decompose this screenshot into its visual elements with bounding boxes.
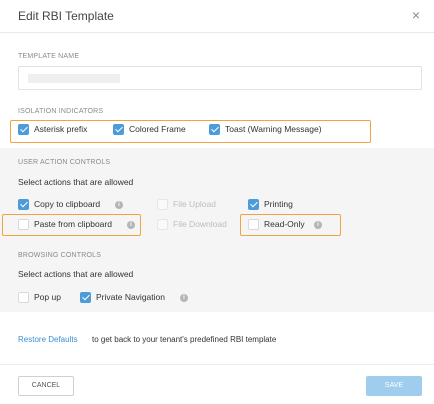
browsing-controls-label: BROWSING CONTROLS bbox=[18, 252, 102, 259]
dialog-title: Edit RBI Template bbox=[18, 9, 114, 23]
private-navigation-checkbox[interactable] bbox=[80, 292, 91, 303]
toast-warning-label: Toast (Warning Message) bbox=[225, 124, 322, 134]
read-only-checkbox[interactable] bbox=[248, 219, 259, 230]
copy-to-clipboard-info-icon[interactable]: i bbox=[115, 201, 123, 209]
asterisk-prefix-label: Asterisk prefix bbox=[34, 124, 88, 134]
asterisk-prefix-checkbox[interactable] bbox=[18, 124, 29, 135]
footer-divider bbox=[0, 364, 434, 365]
read-only-info-icon[interactable]: i bbox=[314, 221, 322, 229]
template-name-value bbox=[28, 74, 120, 83]
toast-warning-checkbox[interactable] bbox=[209, 124, 220, 135]
copy-to-clipboard-label: Copy to clipboard bbox=[34, 199, 101, 209]
file-upload-checkbox bbox=[157, 199, 168, 210]
colored-frame-label: Colored Frame bbox=[129, 124, 186, 134]
printing-checkbox[interactable] bbox=[248, 199, 259, 210]
paste-from-clipboard-info-icon[interactable]: i bbox=[127, 221, 135, 229]
browsing-hint: Select actions that are allowed bbox=[18, 269, 134, 279]
restore-defaults-link[interactable]: Restore Defaults bbox=[18, 335, 78, 344]
user-action-controls-label: USER ACTION CONTROLS bbox=[18, 159, 111, 166]
private-navigation-label: Private Navigation bbox=[96, 292, 165, 302]
user-action-hint: Select actions that are allowed bbox=[18, 177, 134, 187]
paste-from-clipboard-checkbox[interactable] bbox=[18, 219, 29, 230]
pop-up-label: Pop up bbox=[34, 292, 61, 302]
dialog-header: Edit RBI Template × bbox=[0, 0, 434, 33]
restore-defaults-text: to get back to your tenant's predefined … bbox=[92, 335, 277, 344]
printing-label: Printing bbox=[264, 199, 293, 209]
isolation-indicators-label: ISOLATION INDICATORS bbox=[18, 108, 104, 115]
pop-up-checkbox[interactable] bbox=[18, 292, 29, 303]
cancel-button[interactable]: CANCEL bbox=[18, 376, 74, 396]
colored-frame-checkbox[interactable] bbox=[113, 124, 124, 135]
close-icon[interactable]: × bbox=[412, 7, 420, 23]
file-upload-label: File Upload bbox=[173, 199, 216, 209]
file-download-checkbox bbox=[157, 219, 168, 230]
copy-to-clipboard-checkbox[interactable] bbox=[18, 199, 29, 210]
paste-from-clipboard-label: Paste from clipboard bbox=[34, 219, 112, 229]
file-download-label: File Download bbox=[173, 219, 227, 229]
read-only-label: Read-Only bbox=[264, 219, 305, 229]
private-navigation-info-icon[interactable]: i bbox=[180, 294, 188, 302]
template-name-input[interactable] bbox=[18, 66, 422, 90]
save-button[interactable]: SAVE bbox=[366, 376, 422, 396]
template-name-label: TEMPLATE NAME bbox=[18, 53, 80, 60]
